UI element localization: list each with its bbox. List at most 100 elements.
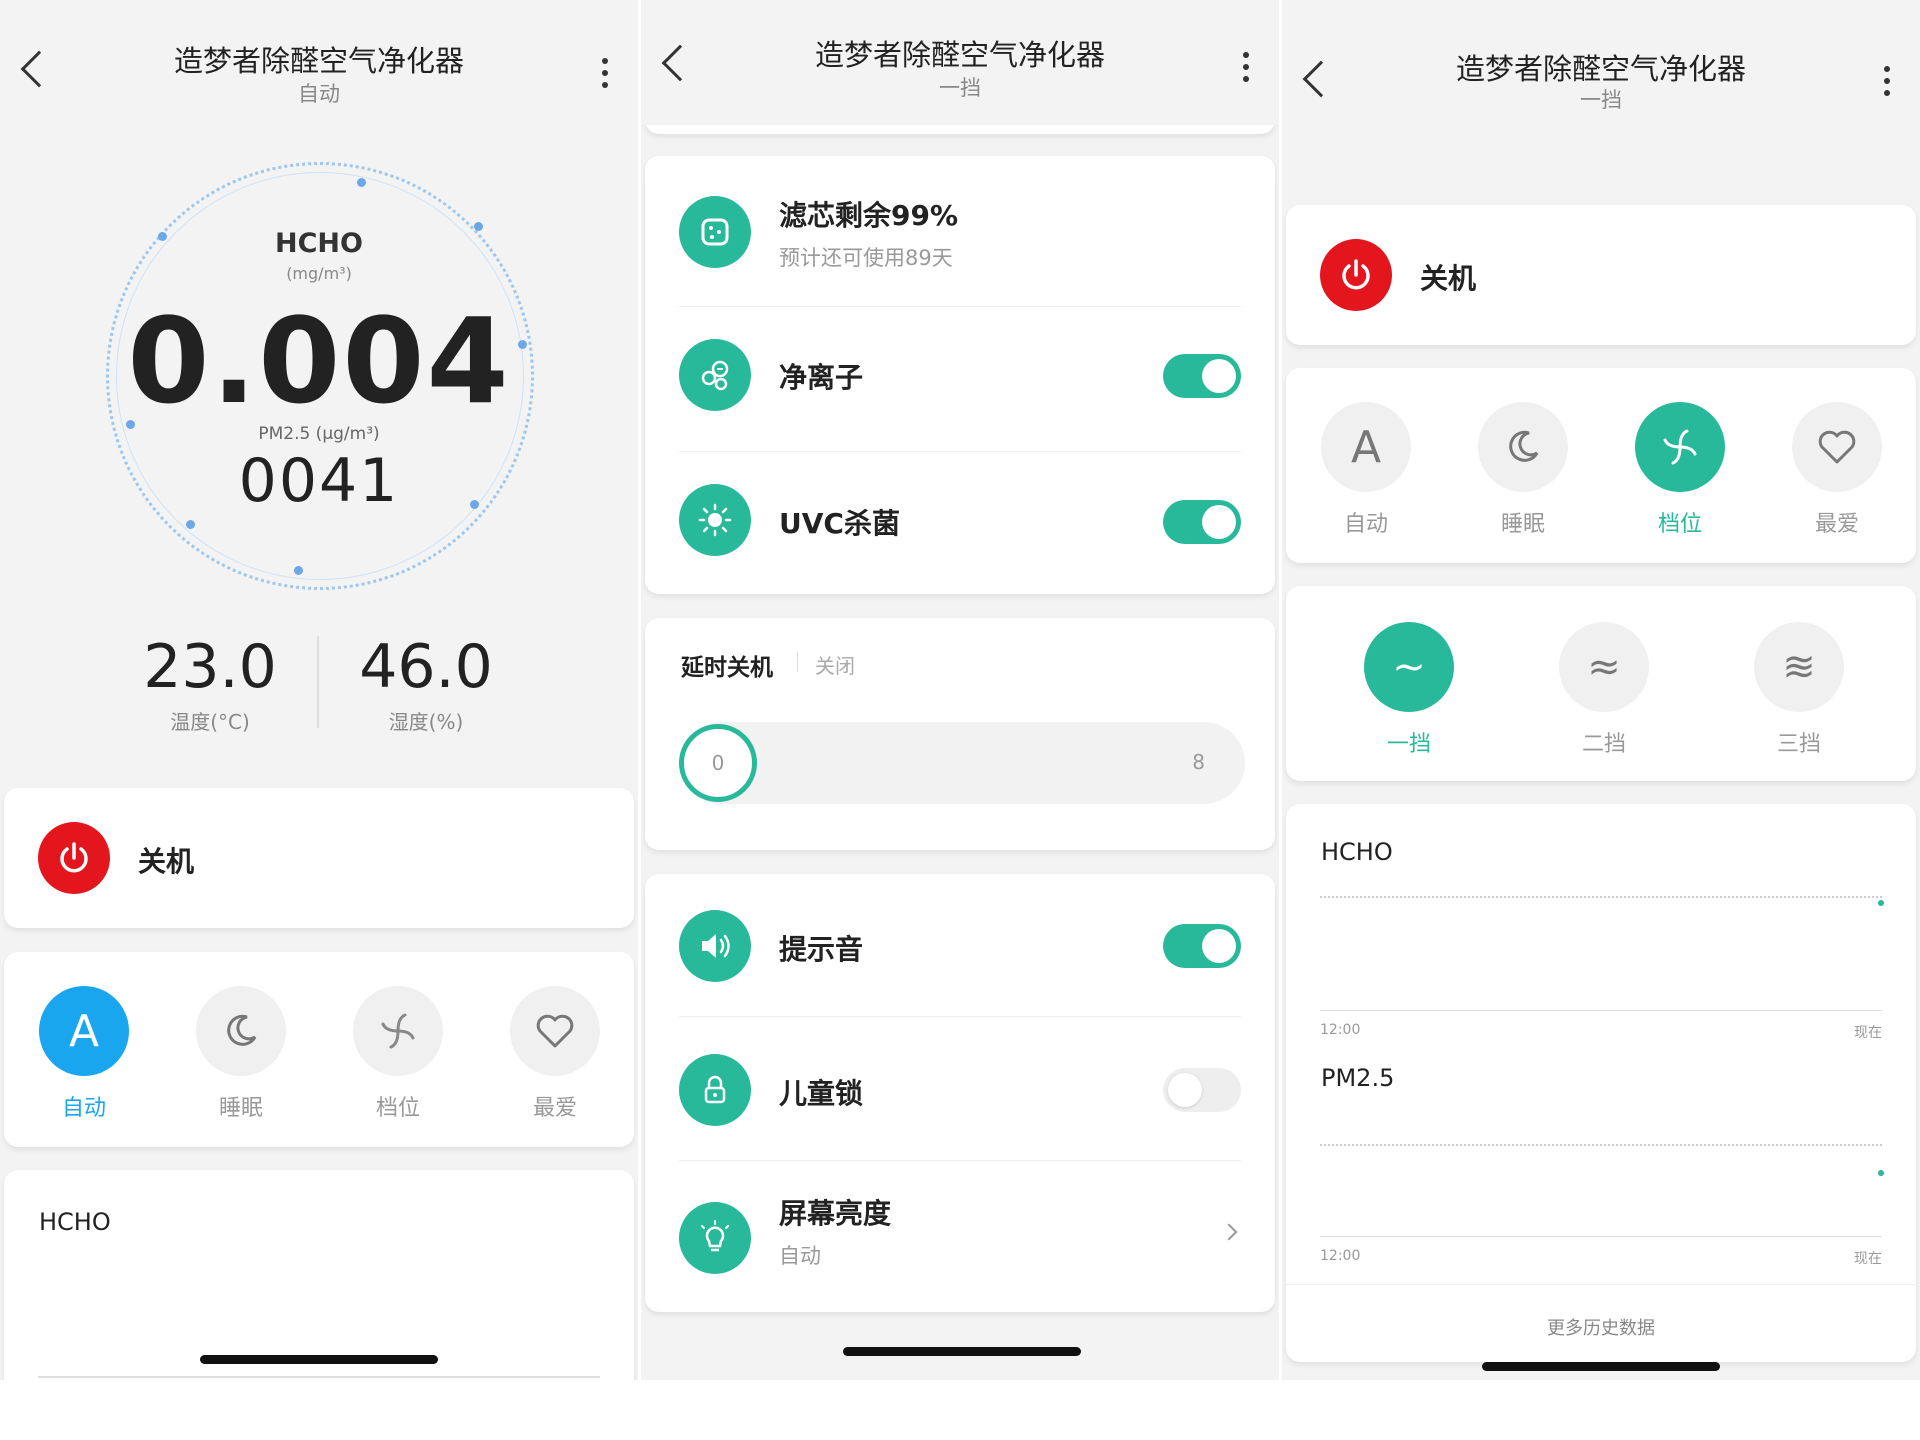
app-header: 造梦者除醛空气净化器 一挡 [641,0,1279,125]
speaker-icon [679,910,751,982]
ion-icon [679,339,751,411]
mode-favorite[interactable]: 最爱 [510,986,600,1122]
gear-2-icon: ≈ [1559,622,1649,712]
mode-card: A 自动 睡眠 档位 最爱 [1286,368,1916,563]
gear-3-icon: ≋ [1754,622,1844,712]
power-button[interactable] [1320,239,1392,311]
gear-card: ~ 一挡 ≈ 二挡 ≋ 三挡 [1286,586,1916,781]
chart-gridline [1320,1144,1882,1146]
filter-title: 滤芯剩余99% [779,199,959,232]
chart-title: PM2.5 [1321,1064,1395,1092]
timer-status: 关闭 [815,654,855,678]
toggle-knob [1202,929,1236,963]
gauge-dot [294,566,303,575]
device-title: 造梦者除醛空气净化器 [1455,52,1746,86]
mode-gear[interactable]: 档位 [1635,402,1725,538]
lightbulb-icon [679,1202,751,1274]
mode-favorite[interactable]: 最爱 [1792,402,1882,538]
ion-title: 净离子 [779,361,864,394]
mode-label: 睡眠 [1500,512,1545,537]
lock-icon [679,1054,751,1126]
panel-settings: 造梦者除醛空气净化器 一挡 滤芯剩余99% 预计还可使用89天 净离子 UVC杀… [641,0,1279,1380]
toggle-knob [1202,359,1236,393]
power-label: 关机 [138,845,195,878]
child-lock-title: 儿童锁 [779,1077,864,1110]
timer-slider-max: 8 [1192,750,1205,774]
timer-slider-track[interactable] [681,722,1245,804]
chart-title: HCHO [39,1208,111,1236]
gear-1[interactable]: ~ 一挡 [1364,622,1454,758]
sun-icon [679,484,751,556]
temperature-value: 23.0 [143,632,277,702]
device-title: 造梦者除醛空气净化器 [173,44,464,78]
moon-icon [1478,402,1568,492]
heart-icon [510,986,600,1076]
app-header: 造梦者除醛空气净化器 一挡 [1282,0,1920,120]
ion-toggle[interactable] [1163,354,1241,398]
chart-x-end: 现在 [1854,1025,1882,1041]
mode-auto[interactable]: A 自动 [39,986,129,1122]
beep-title: 提示音 [779,933,864,966]
filter-row[interactable]: 滤芯剩余99% 预计还可使用89天 [645,156,1275,301]
timer-card: 延时关机 关闭 0 8 [645,618,1275,850]
divider [1286,1284,1916,1285]
gear-3[interactable]: ≋ 三挡 [1754,622,1844,758]
home-indicator[interactable] [1482,1362,1720,1371]
mode-label: 档位 [375,1096,420,1121]
panel-gear-control: 造梦者除醛空气净化器 一挡 关机 A 自动 睡眠 档位 最爱 ~ 一挡 ≈ 二挡… [1282,0,1920,1380]
timer-slider-knob[interactable]: 0 [679,724,757,802]
mode-card: A 自动 睡眠 档位 最爱 [4,952,634,1147]
fan-icon [1635,402,1725,492]
gear-2[interactable]: ≈ 二挡 [1559,622,1649,758]
mode-subtitle: 一挡 [1580,88,1622,112]
mode-label: 睡眠 [218,1096,263,1121]
uvc-toggle[interactable] [1163,500,1241,544]
toggle-knob [1202,505,1236,539]
chart-title: HCHO [1321,838,1393,866]
pm25-label: PM2.5 (μg/m³) [258,424,380,444]
mode-sleep[interactable]: 睡眠 [1478,402,1568,538]
panel-main-status: 造梦者除醛空气净化器 自动 HCHO (mg/m³) 0.004 PM2.5 (… [0,0,638,1380]
home-indicator[interactable] [200,1355,438,1364]
child-lock-row: 儿童锁 [645,1018,1275,1163]
temperature-label: 温度(°C) [170,710,250,734]
power-button[interactable] [38,822,110,894]
mode-subtitle: 一挡 [939,76,981,100]
gauge-dot [186,520,195,529]
more-icon[interactable] [1243,52,1249,82]
humidity-stat: 46.0 湿度(%) [306,632,546,735]
uvc-title: UVC杀菌 [779,507,900,540]
more-icon[interactable] [1884,66,1890,96]
mode-gear[interactable]: 档位 [353,986,443,1122]
more-history-link[interactable]: 更多历史数据 [1286,1314,1916,1340]
mode-label: 最爱 [1814,512,1859,537]
home-indicator[interactable] [843,1347,1081,1356]
chart-axis [1320,1236,1882,1237]
gauge-title: HCHO [275,228,363,259]
chart-x-end: 现在 [1854,1251,1882,1267]
moon-icon [196,986,286,1076]
row-divider [679,1016,1241,1017]
child-lock-toggle[interactable] [1163,1068,1241,1112]
chart-x-start: 12:00 [1320,1248,1361,1264]
gauge-unit: (mg/m³) [286,264,352,283]
beep-toggle[interactable] [1163,924,1241,968]
mode-auto[interactable]: A 自动 [1321,402,1411,538]
gear-label: 二挡 [1581,732,1626,757]
fan-icon [353,986,443,1076]
mode-label: 最爱 [532,1096,577,1121]
ion-row: 净离子 [645,302,1275,447]
more-icon[interactable] [602,58,608,88]
brightness-row[interactable]: 屏幕亮度 自动 [645,1162,1275,1307]
filter-icon [679,196,751,268]
power-icon [1342,259,1370,290]
chart-axis [1320,1010,1882,1011]
power-label: 关机 [1420,262,1477,295]
power-card: 关机 [4,788,634,928]
row-divider [679,1160,1241,1161]
mode-sleep[interactable]: 睡眠 [196,986,286,1122]
history-card: HCHO 12:00 现在 PM2.5 12:00 现在 更多历史数据 [1286,804,1916,1362]
mode-subtitle: 自动 [298,82,340,106]
auto-icon: A [39,986,129,1076]
gear-1-icon: ~ [1364,622,1454,712]
